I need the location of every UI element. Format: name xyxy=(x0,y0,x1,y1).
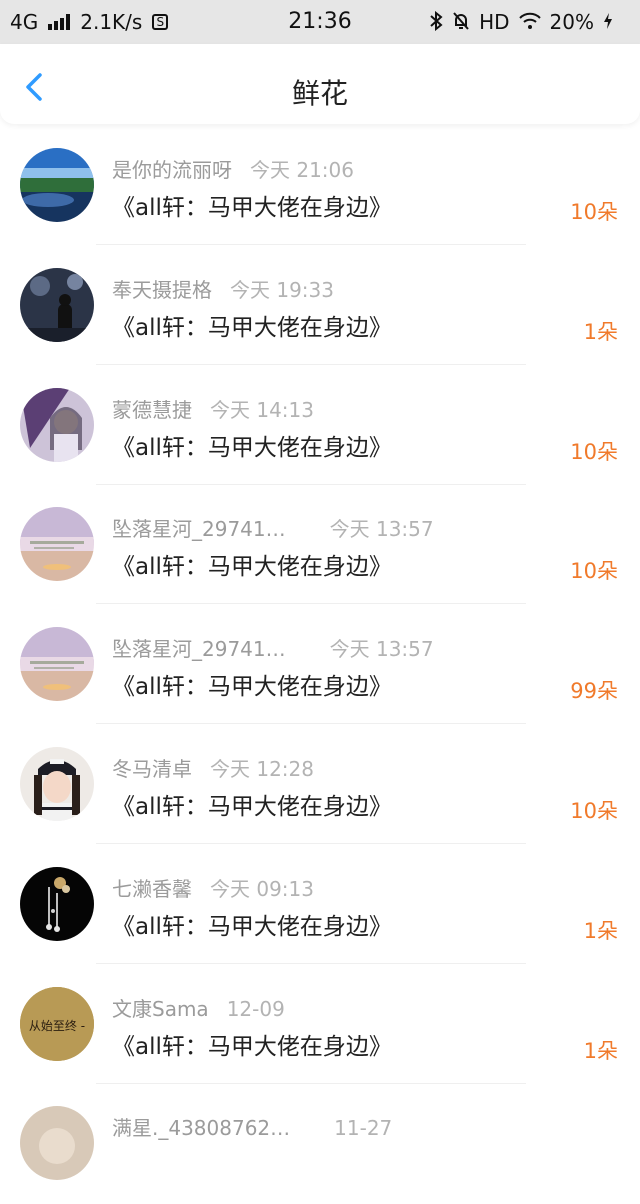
item-meta: 是你的流丽呀 今天 21:06 xyxy=(112,154,354,183)
flower-count: 99朵 xyxy=(570,679,618,704)
hd-label: HD xyxy=(479,10,510,34)
username[interactable]: 蒙德慧捷 xyxy=(112,398,192,422)
username[interactable]: 文康Sama xyxy=(112,997,209,1021)
item-meta: 坠落星河_29741… 今天 13:57 xyxy=(112,633,434,662)
item-meta: 七濑香馨 今天 09:13 xyxy=(112,873,314,902)
timestamp: 今天 12:28 xyxy=(210,756,314,781)
wifi-icon xyxy=(518,12,542,33)
book-title[interactable]: 《all轩：马甲大佬在身边》 xyxy=(112,188,392,222)
timestamp: 今天 09:13 xyxy=(210,876,314,901)
list-item[interactable]: 冬马清卓 今天 12:28 《all轩：马甲大佬在身边》 10朵 xyxy=(0,725,640,845)
flower-count: 10朵 xyxy=(570,439,618,464)
item-meta: 满星._43808762… 11-27 xyxy=(112,1112,392,1141)
book-title[interactable]: 《all轩：马甲大佬在身边》 xyxy=(112,667,392,701)
charging-icon xyxy=(602,12,614,33)
username[interactable]: 满星._43808762… xyxy=(112,1116,290,1140)
flower-gift-list: 是你的流丽呀 今天 21:06 《all轩：马甲大佬在身边》 10朵 奉天摄提格今… xyxy=(0,126,640,1204)
page-title: 鲜花 xyxy=(291,77,348,110)
username[interactable]: 坠落星河_29741… xyxy=(112,517,286,541)
book-title[interactable]: 《all轩：马甲大佬在身边》 xyxy=(112,308,392,342)
username[interactable]: 冬马清卓 xyxy=(112,757,192,781)
list-item[interactable]: 坠落星河_29741… 今天 13:57 《all轩：马甲大佬在身边》 10朵 xyxy=(0,485,640,605)
username[interactable]: 坠落星河_29741… xyxy=(112,637,286,661)
list-item[interactable]: 满星._43808762… 11-27 xyxy=(0,1084,640,1204)
list-item[interactable]: 是你的流丽呀 今天 21:06 《all轩：马甲大佬在身边》 10朵 xyxy=(0,126,640,246)
flower-count: 10朵 xyxy=(570,559,618,584)
avatar-text: 从始至终 - xyxy=(29,1018,85,1033)
item-meta: 坠落星河_29741… 今天 13:57 xyxy=(112,513,434,542)
book-title[interactable]: 《all轩：马甲大佬在身边》 xyxy=(112,787,392,821)
avatar[interactable] xyxy=(20,148,94,222)
book-title[interactable]: 《all轩：马甲大佬在身边》 xyxy=(112,1027,392,1061)
avatar[interactable] xyxy=(20,866,94,941)
list-item[interactable]: 蒙德慧捷 今天 14:13 《all轩：马甲大佬在身边》 10朵 xyxy=(0,366,640,486)
flower-count: 10朵 xyxy=(570,798,618,823)
flower-count: 1朵 xyxy=(583,918,618,943)
list-item[interactable]: 从始至终 - 文康Sama 12-09 《all轩：马甲大佬在身边》 1朵 xyxy=(0,965,640,1085)
book-title[interactable]: 《all轩：马甲大佬在身边》 xyxy=(112,428,392,462)
item-meta: 蒙德慧捷 今天 14:13 xyxy=(112,394,314,423)
avatar[interactable] xyxy=(20,627,94,702)
bluetooth-icon xyxy=(429,10,443,34)
status-bar: 4G 2.1K/s S 21:36 HD 20% xyxy=(0,0,640,44)
flower-count: 1朵 xyxy=(583,319,618,344)
avatar[interactable] xyxy=(20,507,94,582)
username[interactable]: 奉天摄提格 xyxy=(112,278,212,302)
timestamp: 今天 13:57 xyxy=(329,637,434,662)
avatar[interactable] xyxy=(20,267,94,342)
book-title[interactable]: 《all轩：马甲大佬在身边》 xyxy=(112,547,392,581)
book-title[interactable]: 《all轩：马甲大佬在身边》 xyxy=(112,907,392,941)
header: 鲜花 xyxy=(0,44,640,124)
timestamp: 11-27 xyxy=(334,1116,393,1141)
username[interactable]: 七濑香馨 xyxy=(112,877,192,901)
list-item[interactable]: 七濑香馨 今天 09:13 《all轩：马甲大佬在身边》 1朵 xyxy=(0,845,640,965)
status-right: HD 20% xyxy=(429,10,614,34)
item-meta: 冬马清卓 今天 12:28 xyxy=(112,753,314,782)
list-item[interactable]: 奉天摄提格 今天 19:33 《all轩：马甲大佬在身边》 1朵 xyxy=(0,246,640,366)
avatar[interactable]: 从始至终 - xyxy=(20,986,94,1061)
mute-bell-icon xyxy=(451,11,471,34)
flower-count: 1朵 xyxy=(583,1038,618,1063)
avatar[interactable] xyxy=(20,387,94,462)
timestamp: 12-09 xyxy=(226,996,285,1021)
list-item[interactable]: 坠落星河_29741… 今天 13:57 《all轩：马甲大佬在身边》 99朵 xyxy=(0,605,640,725)
username[interactable]: 是你的流丽呀 xyxy=(112,158,232,182)
battery-percent: 20% xyxy=(549,10,594,34)
flower-count: 10朵 xyxy=(570,200,618,224)
avatar[interactable] xyxy=(20,1106,94,1181)
timestamp: 今天 21:06 xyxy=(250,158,354,182)
item-meta: 奉天摄提格 今天 19:33 xyxy=(112,274,334,303)
avatar[interactable] xyxy=(20,746,94,821)
item-meta: 文康Sama 12-09 xyxy=(112,993,285,1022)
timestamp: 今天 13:57 xyxy=(329,517,434,542)
timestamp: 今天 14:13 xyxy=(210,397,314,422)
timestamp: 今天 19:33 xyxy=(230,277,334,302)
